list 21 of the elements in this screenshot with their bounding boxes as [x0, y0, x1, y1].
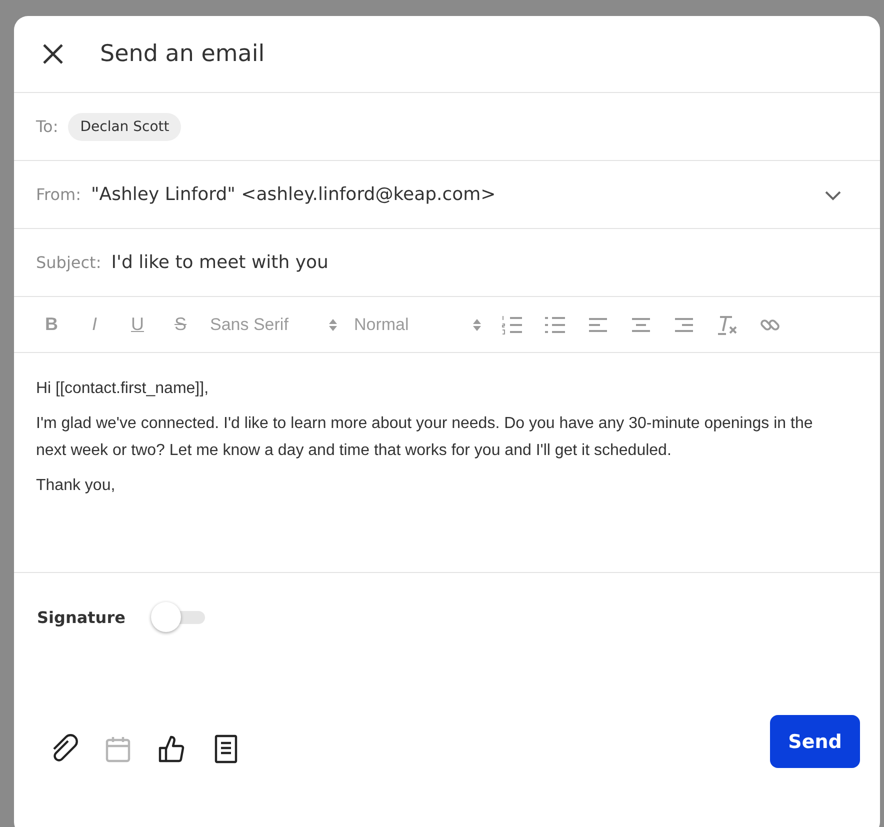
to-label: To: [36, 117, 58, 136]
underline-button[interactable]: U [118, 310, 157, 340]
subject-label: Subject: [36, 253, 102, 272]
toolbar-dropdown[interactable]: Normal [348, 314, 488, 334]
subject-field[interactable]: I'd like to meet with you [111, 252, 858, 273]
from-field[interactable]: "Ashley Linford" <ashley.linford@keap.com> [91, 184, 812, 205]
bold-button[interactable]: B [32, 310, 71, 340]
up-down-arrows-icon [328, 318, 338, 332]
body-paragraph: I'm glad we've connected. I'd like to learn more about your needs. Do you have any 30-minute openings in the next week or two? Let me know a day and time that works for you and I'll get it scheduled. [36, 414, 814, 461]
italic-button[interactable]: I [75, 310, 114, 340]
from-label: From: [36, 185, 82, 204]
send-button[interactable]: Send [770, 715, 860, 768]
up-down-arrows-icon [472, 318, 482, 332]
strike-button[interactable]: S [161, 310, 200, 340]
toolbar-dropdown[interactable]: Sans Serif [204, 314, 344, 334]
body-paragraph: Hi [[contact.first_name]], [36, 379, 210, 399]
signature-toggle[interactable] [151, 601, 208, 633]
signature-label: Signature [37, 608, 126, 626]
recipient-chip[interactable]: Declan Scott [68, 112, 182, 140]
body-paragraph: Thank you, [36, 476, 116, 496]
dialog-title: Send an email [100, 41, 265, 67]
